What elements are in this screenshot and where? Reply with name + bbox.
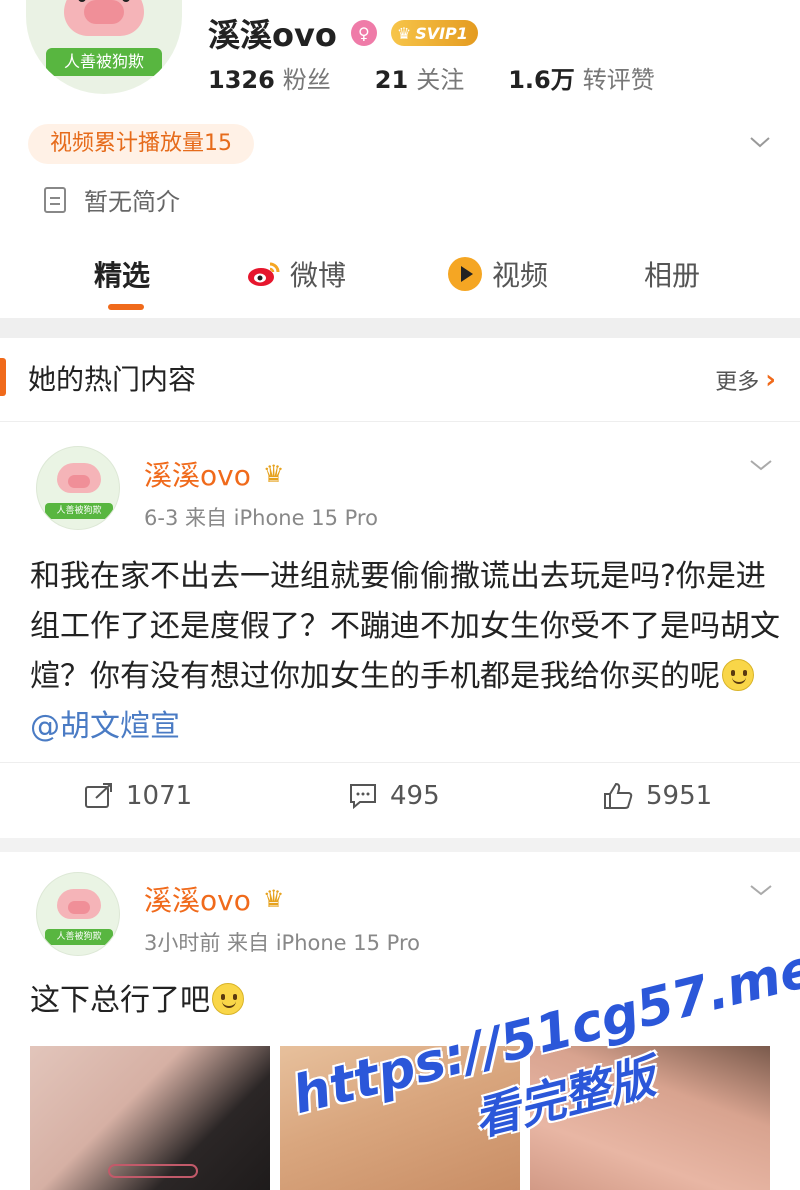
crown-icon: ♛ [262, 460, 285, 488]
hot-content-header: 她的热门内容 更多 › [0, 338, 800, 422]
stat-label: 转评赞 [582, 66, 655, 94]
pig-snout-graphic [68, 475, 90, 488]
tab-label: 相册 [644, 259, 701, 292]
tab-video[interactable]: 视频 [448, 252, 548, 296]
profile-tabs: 精选 微博 视频 相册 [0, 244, 800, 314]
comment-icon [350, 784, 376, 810]
active-tab-indicator [108, 304, 144, 310]
avatar-tag: 人善被狗欺 [46, 48, 162, 76]
post-body: 和我在家不出去一进组就要偷偷撒谎出去玩是吗?你是进组工作了还是度假了？不蹦迪不加… [30, 559, 780, 694]
post-image-grid [30, 1046, 774, 1190]
video-icon [448, 257, 482, 291]
post-avatar[interactable]: 人善被狗欺 [36, 872, 120, 956]
stat-number: 1326 [208, 66, 275, 94]
comment-count: 495 [390, 781, 440, 811]
tab-album[interactable]: 相册 [644, 252, 700, 296]
more-link[interactable]: 更多 › [715, 364, 776, 396]
crown-icon: ♛ [396, 23, 412, 43]
chevron-down-icon[interactable] [748, 130, 772, 154]
repost-count: 1071 [126, 781, 193, 811]
mention-link[interactable]: @胡文煊宣 [30, 709, 180, 744]
tab-label: 精选 [94, 259, 151, 292]
avatar-tag: 人善被狗欺 [45, 929, 113, 945]
post-divider [0, 838, 800, 852]
tab-label: 视频 [492, 259, 549, 292]
hot-content-title: 她的热门内容 [28, 363, 197, 396]
post-author-name: 溪溪ovo [144, 459, 251, 492]
post-text: 和我在家不出去一进组就要偷偷撒谎出去玩是吗?你是进组工作了还是度假了？不蹦迪不加… [30, 552, 780, 752]
section-accent-bar [0, 358, 6, 396]
like-button[interactable]: 5951 [602, 781, 712, 811]
post-body: 这下总行了吧 [30, 983, 210, 1018]
svip-label: SVIP1 [415, 23, 468, 43]
tab-featured[interactable]: 精选 [94, 252, 150, 296]
post-meta: 3小时前 来自 iPhone 15 Pro [144, 931, 420, 955]
svip-badge[interactable]: ♛ SVIP1 [390, 20, 478, 46]
post-image[interactable] [30, 1046, 270, 1190]
repost-button[interactable]: 1071 [84, 781, 192, 811]
stat-interactions[interactable]: 1.6万 转评赞 [508, 60, 655, 95]
intro-text: 暂无简介 [84, 188, 180, 216]
post-image[interactable] [280, 1046, 520, 1190]
document-icon [44, 186, 66, 213]
section-divider [0, 318, 800, 338]
post-avatar[interactable]: 人善被狗欺 [36, 446, 120, 530]
female-icon: ♀ [350, 20, 377, 46]
pig-snout-graphic [84, 0, 124, 24]
stat-label: 关注 [416, 66, 465, 94]
crown-icon: ♛ [262, 885, 285, 913]
stat-followers[interactable]: 1326 粉丝 [208, 60, 331, 95]
post-text: 这下总行了吧 [30, 976, 780, 1026]
stat-number: 21 [374, 66, 409, 94]
post-meta: 6-3 来自 iPhone 15 Pro [144, 506, 378, 530]
profile-name-row: 溪溪ovo ♀ ♛ SVIP1 [208, 12, 478, 54]
repost-icon [85, 783, 112, 808]
tab-label: 微博 [290, 259, 347, 292]
video-play-count-badge[interactable]: 视频累计播放量15 [28, 124, 254, 164]
weibo-icon [248, 262, 280, 286]
stat-following[interactable]: 21 关注 [375, 60, 464, 95]
stat-number: 1.6万 [508, 66, 575, 94]
profile-avatar[interactable]: 人善被狗欺 [26, 0, 182, 94]
pig-snout-graphic [68, 901, 90, 914]
profile-name: 溪溪ovo [208, 16, 337, 54]
chevron-down-icon[interactable] [748, 452, 774, 478]
post-action-bar: 1071 495 5951 [0, 762, 800, 838]
profile-stats: 1326 粉丝 21 关注 1.6万 转评赞 [208, 60, 655, 95]
smile-emoji-icon [722, 659, 754, 691]
weibo-profile-page: 人善被狗欺 溪溪ovo ♀ ♛ SVIP1 1326 粉丝 21 关注 1.6万 转评… [0, 0, 800, 1190]
post-author-name: 溪溪ovo [144, 884, 251, 917]
avatar-tag: 人善被狗欺 [45, 503, 113, 519]
chevron-down-icon[interactable] [748, 877, 774, 903]
tab-weibo[interactable]: 微博 [246, 252, 346, 296]
stat-label: 粉丝 [282, 66, 331, 94]
smile-emoji-icon [212, 983, 244, 1015]
post-author[interactable]: 溪溪ovo ♛ [144, 879, 284, 919]
profile-intro: 暂无简介 [44, 182, 180, 217]
post-image[interactable] [530, 1046, 770, 1190]
thumbs-up-icon [604, 782, 633, 809]
like-count: 5951 [646, 781, 713, 811]
post-author[interactable]: 溪溪ovo ♛ [144, 454, 284, 494]
infinity-tattoo-graphic [108, 1164, 198, 1178]
chevron-right-icon: › [765, 365, 776, 395]
comment-button[interactable]: 495 [348, 781, 440, 811]
more-label: 更多 [715, 370, 760, 395]
